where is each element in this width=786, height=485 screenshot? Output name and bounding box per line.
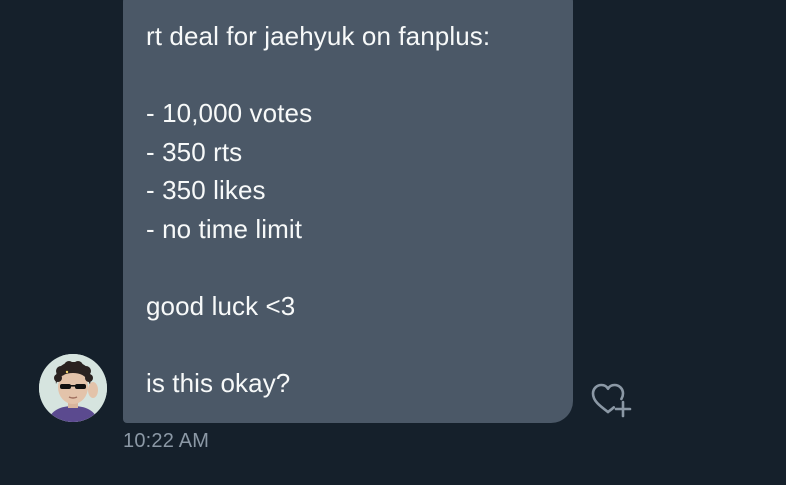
- add-reaction-button[interactable]: [590, 380, 634, 420]
- sender-avatar[interactable]: [39, 354, 107, 422]
- message-line: [146, 56, 553, 95]
- message-line: - 350 likes: [146, 175, 266, 205]
- message-line: is this okay?: [146, 367, 291, 398]
- profile-photo-icon: [39, 354, 107, 422]
- heart-plus-icon: [591, 383, 632, 418]
- message-timestamp: 10:22 AM: [123, 430, 210, 452]
- message-line: rt deal for jaehyuk on fanplus:: [146, 21, 491, 51]
- message-line: [146, 325, 553, 364]
- received-message-bubble[interactable]: rt deal for jaehyuk on fanplus: - 10,000…: [123, 0, 573, 423]
- message-line: - no time limit: [146, 213, 303, 244]
- message-line: - 10,000 votes: [146, 98, 313, 128]
- message-line: good luck <3: [146, 290, 296, 321]
- message-line: - 350 rts: [146, 136, 243, 167]
- dm-conversation: rt deal for jaehyuk on fanplus: - 10,000…: [0, 0, 786, 485]
- message-line: [146, 248, 553, 287]
